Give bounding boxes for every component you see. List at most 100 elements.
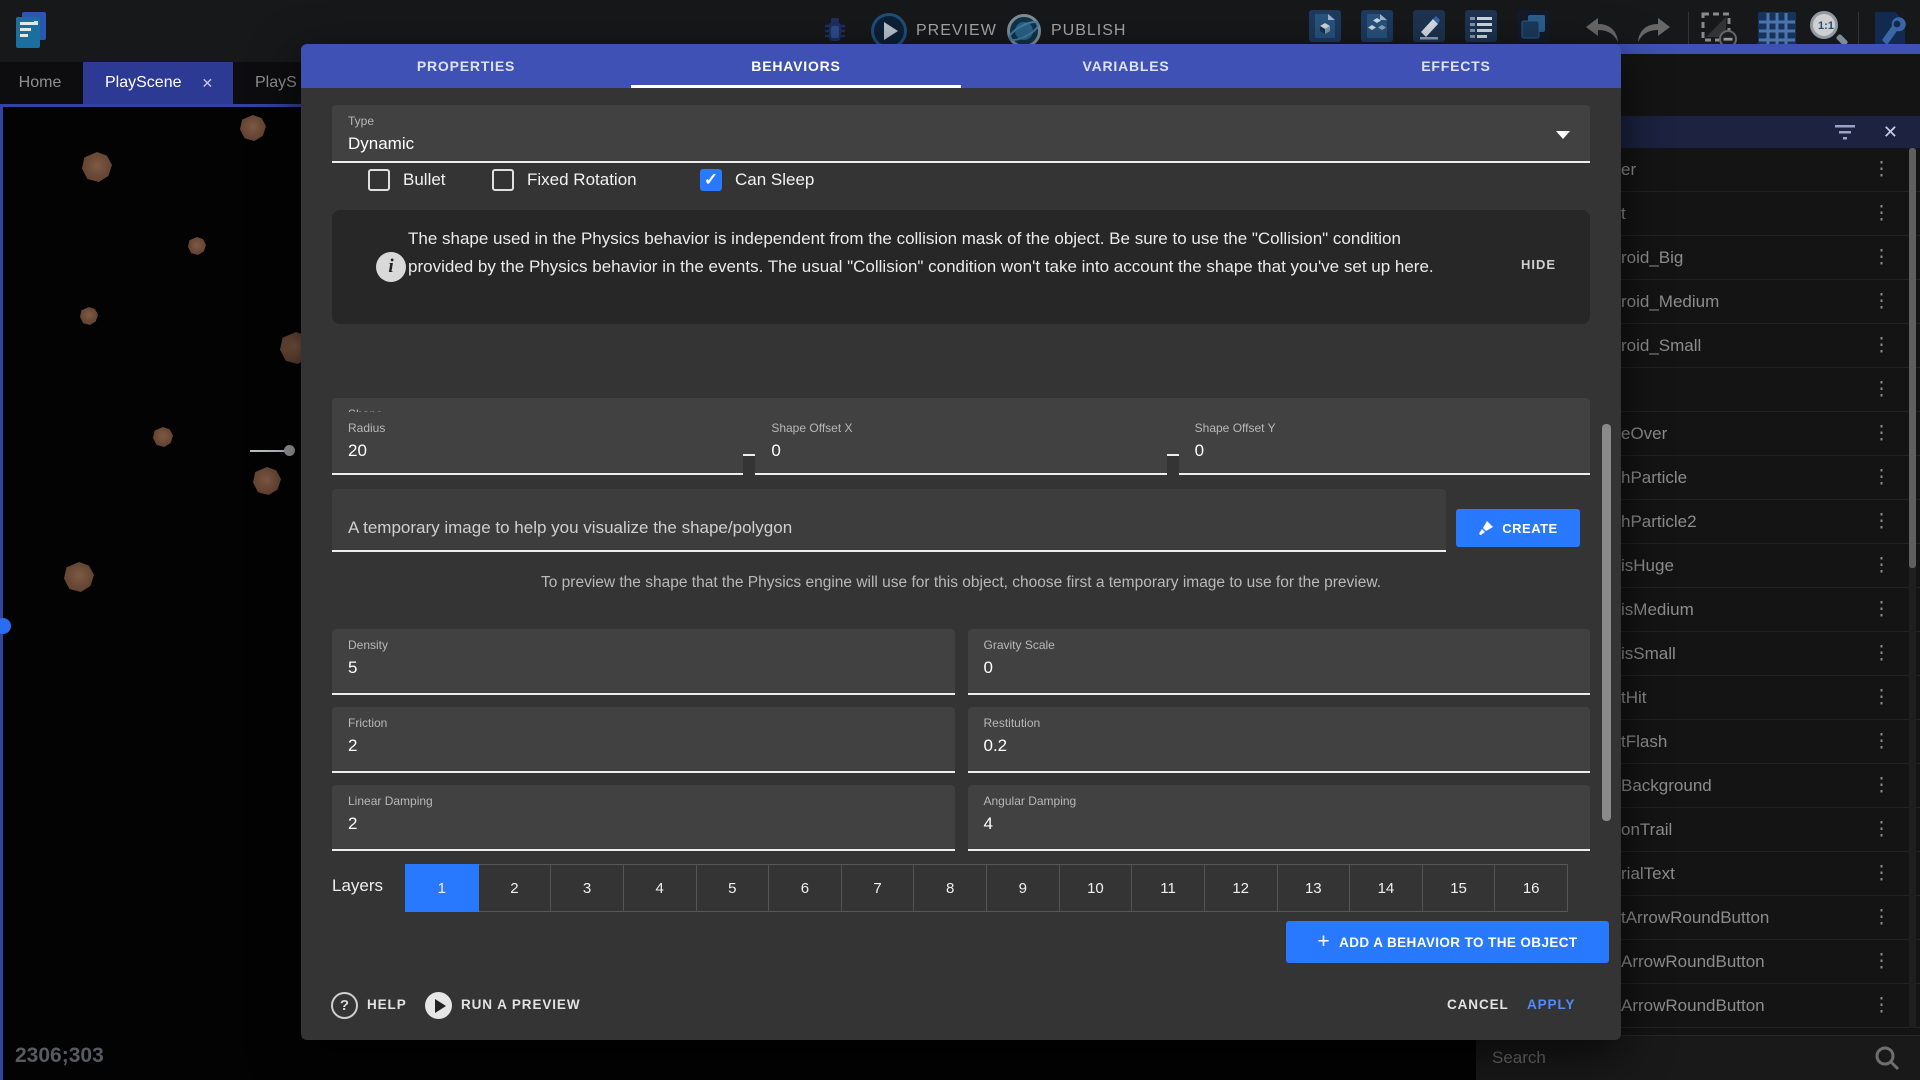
object-menu-icon[interactable]: ⋮	[1872, 290, 1891, 313]
layer-button-5[interactable]: 5	[697, 864, 770, 912]
field-restitution[interactable]: Restitution0.2	[968, 707, 1591, 773]
layer-button-8[interactable]: 8	[914, 864, 987, 912]
tab-playscene[interactable]: PlayScene ✕	[83, 62, 233, 104]
hide-button[interactable]: HIDE	[1521, 257, 1556, 272]
object-menu-icon[interactable]: ⋮	[1872, 774, 1891, 797]
object-name: tHit	[1621, 688, 1647, 708]
field-label: Restitution	[984, 716, 1575, 730]
layer-button-16[interactable]: 16	[1495, 864, 1568, 912]
undo-icon[interactable]	[1583, 15, 1623, 47]
checkbox-can-sleep[interactable]: ✓Can Sleep	[700, 169, 814, 191]
objects-panel-icon[interactable]	[1309, 10, 1341, 42]
sidebar-scrollbar-thumb[interactable]	[1909, 148, 1916, 568]
field-radius[interactable]: Radius20	[332, 412, 743, 475]
object-menu-icon[interactable]: ⋮	[1872, 466, 1891, 489]
layer-button-1[interactable]: 1	[405, 864, 479, 912]
filter-icon[interactable]	[1835, 124, 1857, 140]
checkbox-checked-icon[interactable]: ✓	[700, 169, 722, 191]
asteroid-sprite[interactable]	[64, 562, 94, 592]
field-gravity-scale[interactable]: Gravity Scale0	[968, 629, 1591, 695]
properties-edit-icon[interactable]	[1413, 10, 1445, 42]
layer-button-10[interactable]: 10	[1060, 864, 1133, 912]
emitter-marker-dot[interactable]	[284, 445, 295, 456]
checkbox-unchecked-icon[interactable]	[368, 169, 390, 191]
dialog-tab-behaviors[interactable]: BEHAVIORS	[631, 44, 961, 88]
project-manager-icon[interactable]	[12, 10, 50, 52]
field-shape-offset-y[interactable]: Shape Offset Y0	[1179, 412, 1590, 475]
layer-button-4[interactable]: 4	[624, 864, 697, 912]
help-icon[interactable]: ?	[331, 992, 358, 1019]
field-label: Type	[348, 114, 1574, 128]
add-behavior-button[interactable]: + ADD A BEHAVIOR TO THE OBJECT	[1286, 921, 1609, 963]
asteroid-sprite[interactable]	[188, 237, 206, 255]
object-menu-icon[interactable]: ⋮	[1872, 730, 1891, 753]
layer-button-12[interactable]: 12	[1205, 864, 1278, 912]
object-menu-icon[interactable]: ⋮	[1872, 202, 1891, 225]
field-shape-offset-x[interactable]: Shape Offset X0	[755, 412, 1166, 475]
checkbox-bullet[interactable]: Bullet	[368, 169, 446, 191]
type-dropdown[interactable]: Type Dynamic	[332, 105, 1590, 163]
layers-panel-icon[interactable]	[1517, 10, 1549, 42]
checkbox-unchecked-icon[interactable]	[492, 169, 514, 191]
object-menu-icon[interactable]: ⋮	[1872, 334, 1891, 357]
layer-button-6[interactable]: 6	[769, 864, 842, 912]
dialog-scrollbar-thumb[interactable]	[1602, 424, 1611, 821]
object-menu-icon[interactable]: ⋮	[1872, 950, 1891, 973]
object-menu-icon[interactable]: ⋮	[1872, 378, 1891, 401]
object-menu-icon[interactable]: ⋮	[1872, 598, 1891, 621]
layer-button-3[interactable]: 3	[551, 864, 624, 912]
cancel-button[interactable]: CANCEL	[1447, 997, 1509, 1012]
object-name: isSmall	[1621, 644, 1676, 664]
dialog-tab-variables[interactable]: VARIABLES	[961, 44, 1291, 88]
layer-button-2[interactable]: 2	[479, 864, 552, 912]
layer-button-7[interactable]: 7	[842, 864, 915, 912]
asteroid-sprite[interactable]	[153, 427, 173, 447]
dialog-tab-properties[interactable]: PROPERTIES	[301, 44, 631, 88]
object-menu-icon[interactable]: ⋮	[1872, 422, 1891, 445]
object-menu-icon[interactable]: ⋮	[1872, 906, 1891, 929]
object-menu-icon[interactable]: ⋮	[1872, 246, 1891, 269]
debugger-icon[interactable]	[818, 14, 852, 48]
layer-button-14[interactable]: 14	[1350, 864, 1423, 912]
layer-button-9[interactable]: 9	[987, 864, 1060, 912]
object-menu-icon[interactable]: ⋮	[1872, 862, 1891, 885]
field-value: 4	[984, 814, 1575, 834]
layer-button-11[interactable]: 11	[1132, 864, 1205, 912]
object-menu-icon[interactable]: ⋮	[1872, 686, 1891, 709]
asteroid-sprite[interactable]	[82, 152, 112, 182]
help-button[interactable]: HELP	[367, 997, 407, 1012]
dialog-tab-effects[interactable]: EFFECTS	[1291, 44, 1621, 88]
layer-button-13[interactable]: 13	[1278, 864, 1351, 912]
checkbox-fixed-rotation[interactable]: Fixed Rotation	[492, 169, 637, 191]
object-menu-icon[interactable]: ⋮	[1872, 158, 1891, 181]
close-panel-icon[interactable]: ✕	[1883, 123, 1898, 141]
object-menu-icon[interactable]: ⋮	[1872, 994, 1891, 1017]
object-menu-icon[interactable]: ⋮	[1872, 818, 1891, 841]
object-menu-icon[interactable]: ⋮	[1872, 642, 1891, 665]
asteroid-sprite[interactable]	[240, 115, 266, 141]
object-menu-icon[interactable]: ⋮	[1872, 554, 1891, 577]
tab-home[interactable]: Home	[0, 62, 80, 104]
events-sheet-icon[interactable]	[1465, 10, 1497, 42]
field-friction[interactable]: Friction2	[332, 707, 955, 773]
redo-icon[interactable]	[1633, 15, 1673, 47]
create-button[interactable]: CREATE	[1456, 509, 1580, 547]
field-angular-damping[interactable]: Angular Damping4	[968, 785, 1591, 851]
asteroid-sprite[interactable]	[80, 307, 98, 325]
search-input[interactable]	[1492, 1048, 1852, 1068]
temp-image-input[interactable]	[348, 518, 1398, 538]
field-density[interactable]: Density5	[332, 629, 955, 695]
run-preview-icon[interactable]	[425, 992, 452, 1019]
scene-object-dot[interactable]	[0, 618, 11, 634]
layer-button-15[interactable]: 15	[1423, 864, 1496, 912]
field-linear-damping[interactable]: Linear Damping2	[332, 785, 955, 851]
tab-close-icon[interactable]: ✕	[202, 75, 214, 92]
emitter-marker-line	[250, 450, 288, 452]
apply-button[interactable]: APPLY	[1527, 997, 1575, 1012]
temp-image-field[interactable]	[332, 489, 1446, 552]
run-preview-button[interactable]: RUN A PREVIEW	[461, 997, 580, 1012]
asteroid-sprite[interactable]	[253, 467, 281, 495]
object-menu-icon[interactable]: ⋮	[1872, 510, 1891, 533]
object-name: onTrail	[1621, 820, 1672, 840]
object-groups-icon[interactable]	[1361, 10, 1393, 42]
